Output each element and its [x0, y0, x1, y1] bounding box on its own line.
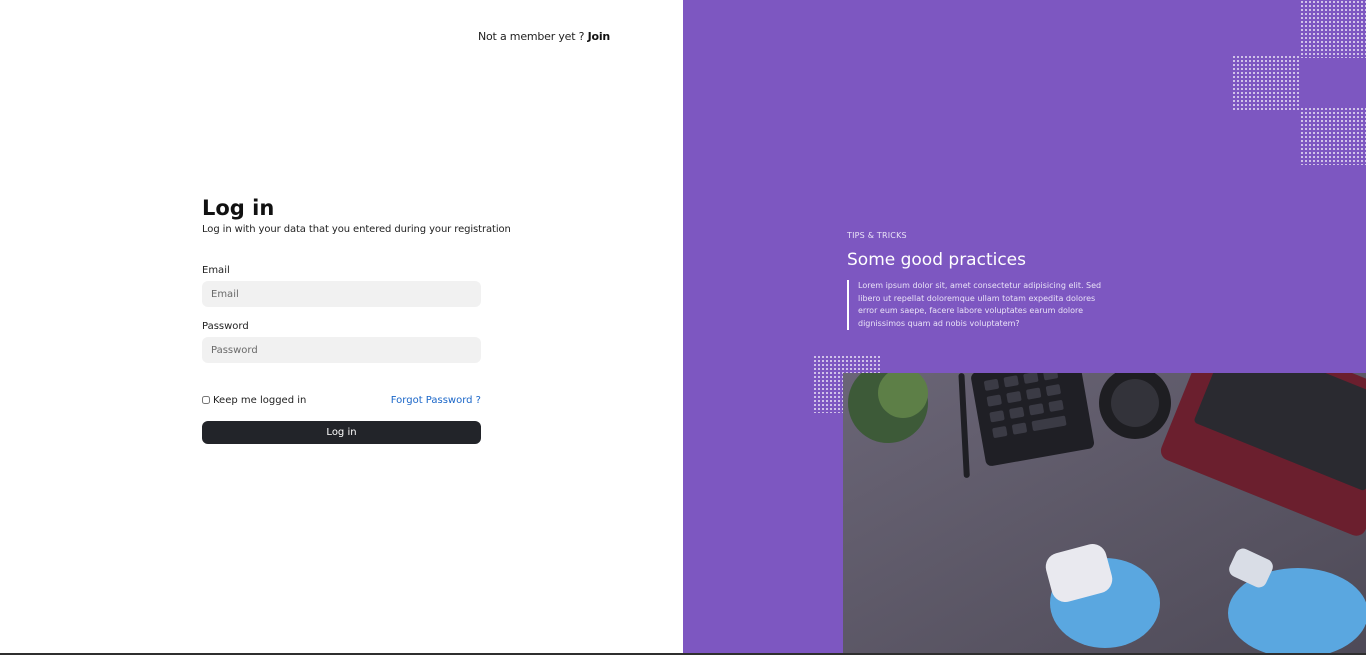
join-prompt-text: Not a member yet ? — [478, 30, 585, 43]
join-link[interactable]: Join — [588, 30, 611, 43]
tips-kicker: TIPS & TRICKS — [847, 231, 907, 240]
dot-pattern-middle — [1232, 55, 1299, 112]
tips-heading: Some good practices — [847, 250, 1026, 270]
password-label: Password — [202, 321, 249, 332]
tips-quote: Lorem ipsum dolor sit, amet consectetur … — [847, 280, 1117, 330]
forgot-password-link[interactable]: Forgot Password ? — [391, 395, 481, 406]
login-panel: Not a member yet ? Join Log in Log in wi… — [0, 0, 683, 653]
dot-pattern-right — [1300, 107, 1366, 165]
login-button[interactable]: Log in — [202, 421, 481, 444]
join-prompt: Not a member yet ? Join — [478, 30, 610, 43]
remember-label: Keep me logged in — [213, 394, 307, 406]
desk-photo — [843, 373, 1366, 653]
email-label: Email — [202, 265, 230, 276]
email-input[interactable] — [202, 281, 481, 307]
password-input[interactable] — [202, 337, 481, 363]
tips-panel: TIPS & TRICKS Some good practices Lorem … — [683, 0, 1366, 653]
page-subtitle: Log in with your data that you entered d… — [202, 224, 511, 235]
remember-checkbox[interactable] — [202, 396, 210, 404]
login-form: Log in Log in with your data that you en… — [202, 195, 511, 444]
remember-row: Keep me logged in Forgot Password ? — [202, 394, 481, 406]
remember-me[interactable]: Keep me logged in — [202, 395, 306, 406]
dot-pattern-top — [1300, 0, 1366, 58]
page-title: Log in — [202, 196, 275, 220]
desk-photo-illustration — [843, 373, 1366, 653]
